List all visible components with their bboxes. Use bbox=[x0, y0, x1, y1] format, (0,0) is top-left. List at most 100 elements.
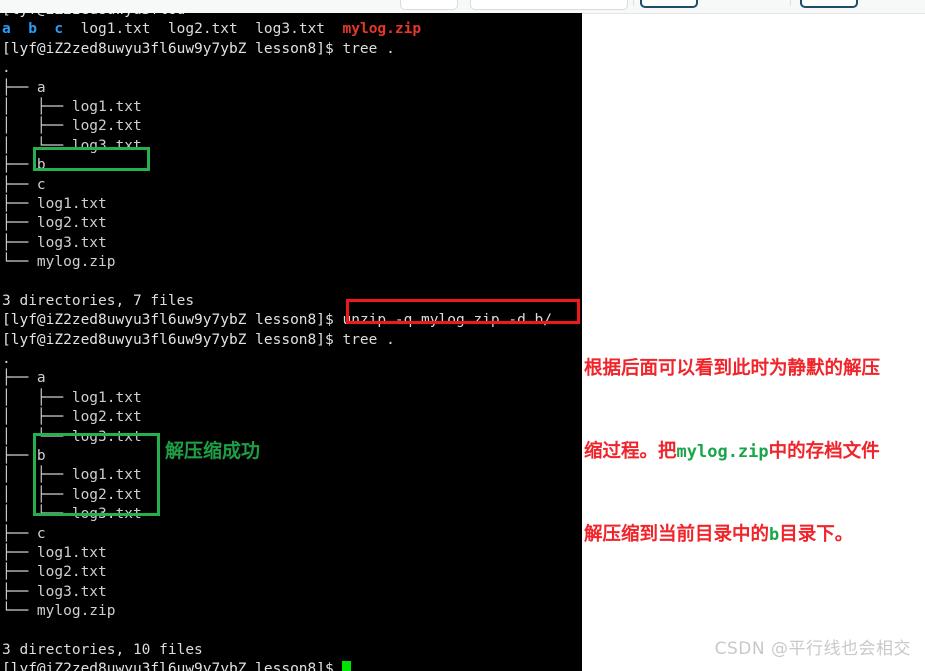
annotation-line-3-prefix: 解压缩到当前目录中的 bbox=[584, 524, 770, 545]
terminal-segment: │ ├── log2.txt bbox=[2, 409, 142, 426]
terminal-segment: │ ├── log1.txt bbox=[2, 467, 142, 484]
top-toolbar-strip bbox=[0, 0, 925, 14]
annotation-line-1-text: 根据后面可以看到此时为静默的解压 bbox=[584, 358, 881, 379]
terminal-line-blank-2 bbox=[2, 622, 582, 641]
terminal-line-cmd-tree-1: [lyf@iZ2zed8uwyu3fl6uw9y7ybZ lesson8]$ t… bbox=[2, 40, 582, 59]
terminal-segment: [lyf@iZ2zed8uwyu3fl6uw9y7ybZ lesson8]$ bbox=[2, 312, 343, 329]
terminal-segment: log1.txt log2.txt log3.txt bbox=[63, 21, 343, 38]
terminal-line-tree2-summary: 3 directories, 10 files bbox=[2, 641, 582, 660]
terminal-line-tree2-a-log2: │ ├── log2.txt bbox=[2, 408, 582, 427]
terminal-segment: │ ├── log1.txt bbox=[2, 98, 142, 115]
terminal-line-tree2-a-log1: │ ├── log1.txt bbox=[2, 389, 582, 408]
toolbar-button-secondary[interactable] bbox=[800, 0, 858, 8]
terminal-segment: mylog.zip bbox=[342, 21, 422, 38]
terminal-segment bbox=[2, 623, 11, 639]
terminal-segment: [lyf@iZ2zed8uwyu3fl6uw9y7ybZ lesson8]$ bbox=[2, 40, 343, 57]
terminal-line-tree2-b: ├── b bbox=[2, 447, 582, 466]
terminal-line-ls-output-partial-prompt: [lyf@iZ2zed8uwyu3fl6u bbox=[2, 13, 582, 20]
terminal-segment: │ ├── log2.txt bbox=[2, 118, 142, 135]
terminal-segment bbox=[2, 273, 11, 289]
terminal-segment: │ ├── log2.txt bbox=[2, 486, 142, 503]
terminal-segment: │ └── log3.txt bbox=[2, 428, 142, 445]
annotation-line-2-suffix: 中的存档文件 bbox=[768, 440, 880, 462]
toolbar-pill-left[interactable] bbox=[400, 0, 458, 10]
terminal-line-tree1-log1: ├── log1.txt bbox=[2, 195, 582, 214]
terminal-line-blank-1 bbox=[2, 272, 582, 291]
terminal-segment: │ ├── log1.txt bbox=[2, 389, 142, 406]
terminal-segment: ├── log3.txt bbox=[2, 583, 107, 600]
terminal-segment: ├── c bbox=[2, 176, 46, 193]
terminal-line-tree2-log2: ├── log2.txt bbox=[2, 563, 582, 582]
terminal-segment: b bbox=[28, 21, 37, 38]
terminal-line-tree2-b-log3: │ └── log3.txt bbox=[2, 505, 582, 524]
terminal-segment: ├── log2.txt bbox=[2, 564, 107, 581]
terminal-segment: tree . bbox=[342, 331, 395, 348]
terminal-segment: [lyf@iZ2zed8uwyu3fl6u bbox=[2, 13, 185, 18]
annotation-line-2-highlight: mylog.zip bbox=[676, 441, 769, 462]
terminal-segment bbox=[37, 21, 54, 37]
terminal-cursor bbox=[342, 661, 352, 671]
terminal-line-tree2-a: ├── a bbox=[2, 369, 582, 388]
terminal-line-tree1-c: ├── c bbox=[2, 176, 582, 195]
terminal-segment: 3 directories, 10 files bbox=[2, 641, 203, 658]
terminal-output: [lyf@iZ2zed8uwyu3fl6u a b c log1.txt log2… bbox=[2, 13, 582, 671]
terminal-segment: [lyf@iZ2zed8uwyu3fl6uw9y7ybZ lesson8]$ bbox=[2, 661, 343, 671]
terminal-segment: ├── a bbox=[2, 79, 46, 96]
terminal-segment: └── mylog.zip bbox=[2, 603, 116, 620]
terminal-line-tree2-log3: ├── log3.txt bbox=[2, 583, 582, 602]
terminal-line-tree1-a-log1: │ ├── log1.txt bbox=[2, 98, 582, 117]
terminal-segment: ├── log1.txt bbox=[2, 544, 107, 561]
terminal-segment: ├── c bbox=[2, 525, 46, 542]
terminal-line-tree2-mylog: └── mylog.zip bbox=[2, 602, 582, 621]
annotation-unzip-explanation: 根据后面可以看到此时为静默的解压 缩过程。把mylog.zip中的存档文件 解压… bbox=[584, 300, 924, 577]
annotation-extract-success: 解压缩成功 bbox=[165, 440, 261, 462]
terminal-segment: └── mylog.zip bbox=[2, 254, 116, 271]
terminal-line-tree2-a-log3: │ └── log3.txt bbox=[2, 428, 582, 447]
terminal-line-tree2-log1: ├── log1.txt bbox=[2, 544, 582, 563]
terminal-segment: │ └── log3.txt bbox=[2, 506, 142, 523]
terminal-line-tree1-root: . bbox=[2, 59, 582, 78]
terminal-line-tree1-log3: ├── log3.txt bbox=[2, 234, 582, 253]
csdn-watermark: CSDN @平行线也会相交 bbox=[714, 639, 911, 659]
terminal-segment: ├── a bbox=[2, 370, 46, 387]
toolbar-separator-1 bbox=[790, 0, 791, 6]
terminal-segment: ├── log1.txt bbox=[2, 195, 107, 212]
terminal-line-tree2-b-log2: │ ├── log2.txt bbox=[2, 486, 582, 505]
terminal-line-tree1-summary: 3 directories, 7 files bbox=[2, 292, 582, 311]
terminal-line-tree1-log2: ├── log2.txt bbox=[2, 214, 582, 233]
terminal-line-ls-output: a b c log1.txt log2.txt log3.txt mylog.z… bbox=[2, 20, 582, 39]
terminal-line-tree1-a: ├── a bbox=[2, 79, 582, 98]
terminal-line-tree1-a-log2: │ ├── log2.txt bbox=[2, 117, 582, 136]
terminal-line-tree1-a-log3: │ └── log3.txt bbox=[2, 137, 582, 156]
terminal-line-tree1-mylog: └── mylog.zip bbox=[2, 253, 582, 272]
terminal-line-cmd-unzip: [lyf@iZ2zed8uwyu3fl6uw9y7ybZ lesson8]$ u… bbox=[2, 311, 582, 330]
toolbar-separator-0 bbox=[633, 0, 634, 6]
annotation-line-3: 解压缩到当前目录中的b目录下。 bbox=[584, 521, 924, 550]
annotation-line-3-suffix: 目录下。 bbox=[779, 524, 854, 545]
terminal-line-final-prompt: [lyf@iZ2zed8uwyu3fl6uw9y7ybZ lesson8]$ bbox=[2, 660, 582, 671]
terminal-segment: ├── b bbox=[2, 447, 46, 464]
terminal-line-tree1-b: ├── b bbox=[2, 156, 582, 175]
terminal-line-tree2-c: ├── c bbox=[2, 525, 582, 544]
terminal-segment: tree . bbox=[342, 40, 395, 57]
toolbar-search-field[interactable] bbox=[470, 0, 628, 10]
terminal-segment: ├── log2.txt bbox=[2, 215, 107, 232]
toolbar-button-primary[interactable] bbox=[640, 0, 698, 8]
terminal-segment: 3 directories, 7 files bbox=[2, 292, 195, 309]
annotation-line-2: 缩过程。把mylog.zip中的存档文件 bbox=[584, 438, 924, 467]
terminal-line-tree2-b-log1: │ ├── log1.txt bbox=[2, 466, 582, 485]
annotation-line-2-prefix: 缩过程。把 bbox=[584, 440, 677, 462]
terminal-line-cmd-tree-2: [lyf@iZ2zed8uwyu3fl6uw9y7ybZ lesson8]$ t… bbox=[2, 331, 582, 350]
terminal-segment: . bbox=[2, 60, 11, 77]
terminal-segment: c bbox=[54, 21, 64, 38]
terminal-window[interactable]: [lyf@iZ2zed8uwyu3fl6u a b c log1.txt log2… bbox=[0, 13, 582, 671]
terminal-line-tree2-root: . bbox=[2, 350, 582, 369]
terminal-segment: [lyf@iZ2zed8uwyu3fl6uw9y7ybZ lesson8]$ bbox=[2, 331, 343, 348]
annotation-line-1: 根据后面可以看到此时为静默的解压 bbox=[584, 355, 924, 383]
terminal-segment: ├── log3.txt bbox=[2, 234, 107, 251]
terminal-segment: ├── b bbox=[2, 157, 46, 174]
terminal-segment: unzip -q mylog.zip -d b/ bbox=[342, 312, 552, 329]
terminal-segment: │ └── log3.txt bbox=[2, 137, 142, 154]
terminal-segment: . bbox=[2, 351, 11, 368]
terminal-segment bbox=[11, 21, 28, 37]
